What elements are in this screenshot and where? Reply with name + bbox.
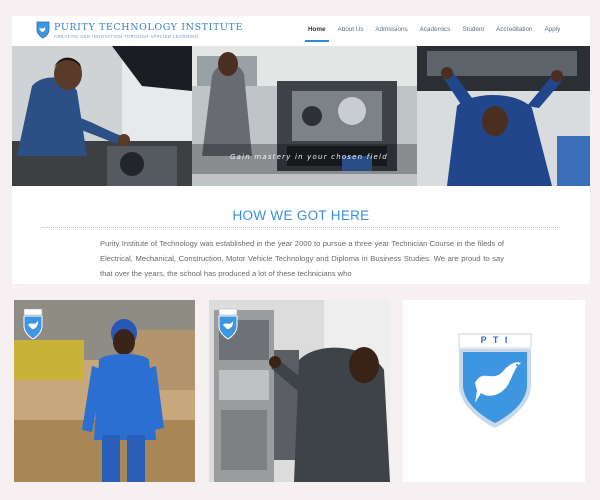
nav-accreditation[interactable]: Accreditation: [496, 26, 532, 42]
top-navbar: PURITY TECHNOLOGY INSTITUTE CREATIVE AND…: [12, 16, 590, 46]
pti-shield-logo-icon: [458, 333, 532, 428]
logo-letters: P T I: [480, 335, 510, 345]
nav-apply[interactable]: Apply: [545, 26, 561, 42]
section-title: HOW WE GOT HERE: [232, 208, 370, 223]
pti-badge-icon: [23, 308, 43, 340]
photo-electrical-student[interactable]: [209, 300, 390, 482]
main-menu: Home About Us Admissions Academics Stude…: [305, 26, 572, 42]
hero-banner: Gain mastery in your chosen field: [12, 46, 590, 186]
section-divider: [42, 227, 560, 228]
section-body: Purity Institute of Technology was estab…: [100, 239, 504, 278]
nav-about-us[interactable]: About Us: [338, 26, 364, 42]
nav-student[interactable]: Student: [462, 26, 484, 42]
nav-admissions[interactable]: Admissions: [375, 26, 407, 42]
website-card: PURITY TECHNOLOGY INSTITUTE CREATIVE AND…: [12, 16, 590, 284]
photo-construction-student[interactable]: [14, 300, 195, 482]
brand-tagline: CREATIVE AND INNOVATION THROUGH APPLIED …: [54, 34, 199, 39]
hero-photo-under-car: [417, 46, 590, 186]
pti-logo-tile[interactable]: P T I: [403, 300, 585, 482]
nav-academics[interactable]: Academics: [420, 26, 451, 42]
brand-title[interactable]: PURITY TECHNOLOGY INSTITUTE: [54, 22, 243, 33]
hero-caption: Gain mastery in your chosen field: [230, 153, 388, 161]
hero-photo-mechanic-engine: [12, 46, 192, 186]
pti-badge-icon: [218, 308, 238, 340]
shield-logo-icon[interactable]: [36, 21, 50, 39]
nav-home[interactable]: Home: [305, 26, 328, 42]
